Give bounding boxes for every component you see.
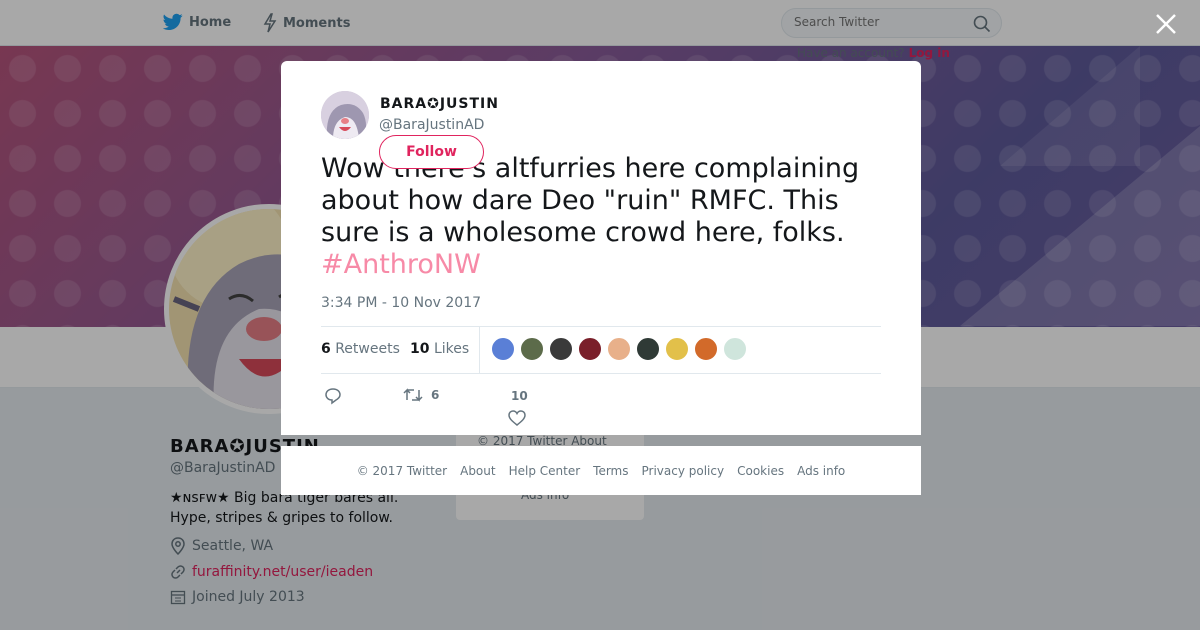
liker-avatar[interactable] — [520, 337, 544, 361]
tweet-author-name[interactable]: BARA✪JUSTIN — [380, 96, 499, 112]
modal-footer: © 2017 Twitter About Help Center Terms Priva… — [281, 446, 921, 495]
liker-avatar[interactable] — [491, 337, 515, 361]
tweet-author-handle[interactable]: @BaraJustinAD — [379, 117, 484, 133]
retweets-stat[interactable]: 6 Retweets — [321, 341, 400, 357]
footer-link[interactable]: Ads info — [797, 464, 845, 478]
liker-avatar[interactable] — [694, 337, 718, 361]
tweet-text: Wow there's altfurries here complaining … — [321, 153, 891, 281]
heart-icon[interactable] — [508, 410, 526, 426]
liker-avatar[interactable] — [723, 337, 747, 361]
liker-avatar[interactable] — [636, 337, 660, 361]
likes-label: Likes — [433, 341, 470, 357]
retweets-count: 6 — [321, 341, 331, 357]
footer-link: © 2017 Twitter — [356, 463, 448, 478]
tweet-timestamp[interactable]: 3:34 PM - 10 Nov 2017 — [321, 295, 481, 311]
liker-avatars — [491, 337, 747, 361]
tweet-hashtag-link[interactable]: #AnthroNW — [321, 249, 481, 280]
footer-link[interactable]: Help Center — [509, 464, 581, 478]
footer-link[interactable]: Terms — [593, 464, 628, 478]
retweets-label: Retweets — [335, 341, 400, 357]
follow-button[interactable]: Follow — [379, 135, 484, 169]
retweet-action-count: 6 — [431, 388, 440, 402]
liker-avatar[interactable] — [578, 337, 602, 361]
tweet-stats: 6 Retweets 10 Likes — [321, 326, 881, 374]
reply-button[interactable] — [324, 387, 342, 405]
close-icon[interactable] — [1152, 10, 1180, 38]
liker-avatar[interactable] — [607, 337, 631, 361]
liker-avatar[interactable] — [549, 337, 573, 361]
tweet-permalink-modal: BARA✪JUSTIN @BaraJustinAD Wow there's al… — [281, 61, 921, 435]
like-action-count: 10 — [511, 389, 528, 403]
footer-link[interactable]: Privacy policy — [642, 464, 725, 478]
stats-divider — [479, 327, 480, 374]
liker-avatar[interactable] — [665, 337, 689, 361]
reply-icon — [325, 388, 341, 405]
tiger-avatar-thumb — [321, 91, 369, 139]
tweet-actions: 6 10 — [321, 383, 881, 427]
retweet-button[interactable]: 6 — [403, 387, 439, 403]
footer-link[interactable]: Cookies — [737, 464, 784, 478]
footer-link[interactable]: About — [460, 464, 495, 478]
likes-count: 10 — [410, 341, 430, 357]
retweet-icon — [403, 388, 423, 402]
tweet-author-avatar[interactable] — [321, 91, 369, 139]
likes-stat[interactable]: 10 Likes — [410, 341, 469, 357]
